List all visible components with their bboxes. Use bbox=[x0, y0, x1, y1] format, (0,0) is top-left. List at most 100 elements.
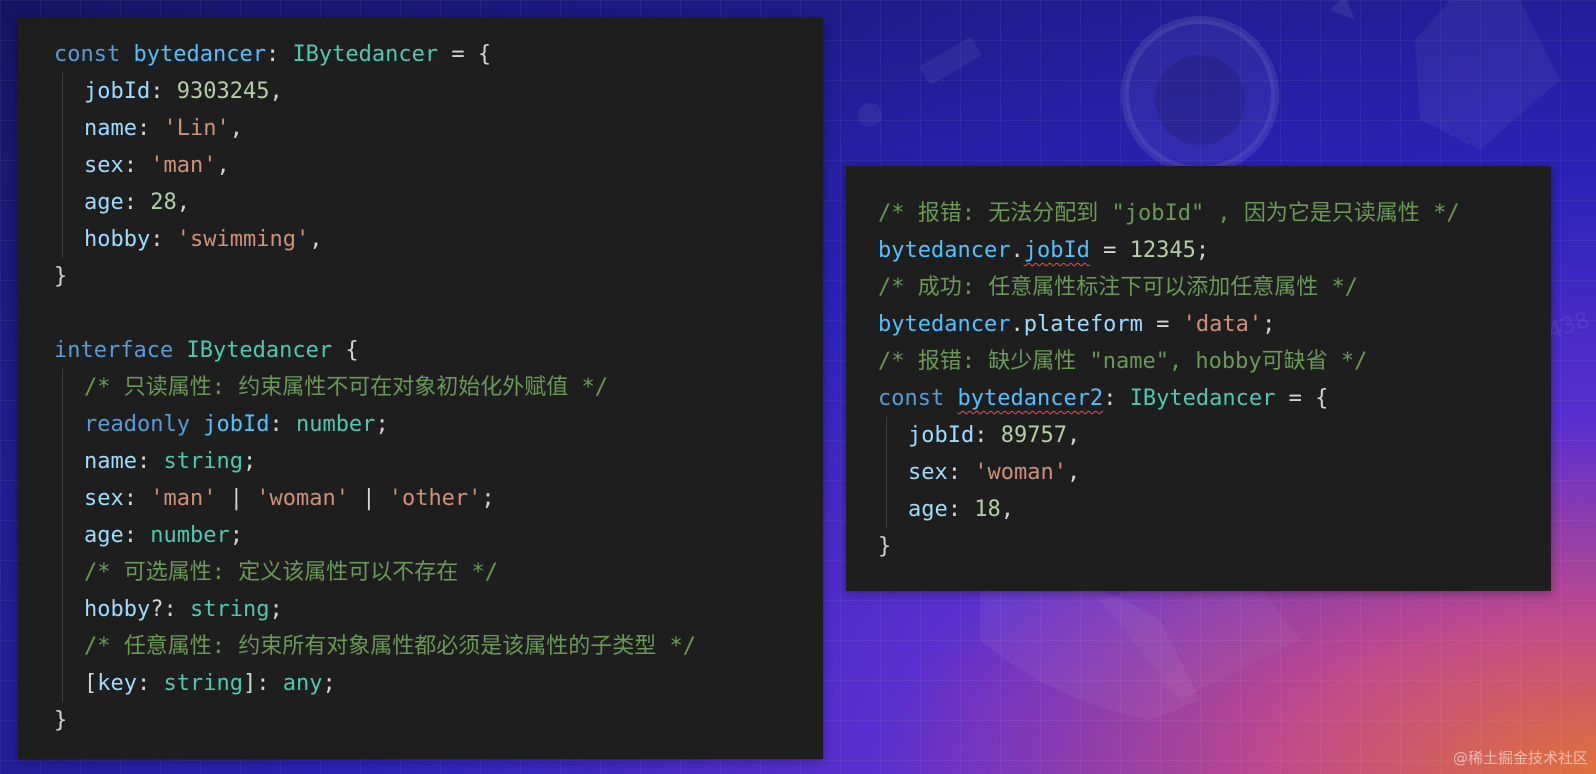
property-token: jobId bbox=[203, 412, 270, 437]
indent-guide bbox=[62, 73, 63, 110]
string-token: 'swimming' bbox=[176, 227, 310, 252]
property-token: hobby bbox=[84, 597, 151, 622]
punctuation-token: : bbox=[974, 423, 1001, 448]
indent-guide bbox=[62, 443, 63, 480]
punctuation-token: , bbox=[216, 153, 230, 178]
code-line: /* 任意属性: 约束所有对象属性都必须是该属性的子类型 */ bbox=[18, 628, 823, 665]
comment-token: /* 任意属性: 约束所有对象属性都必须是该属性的子类型 */ bbox=[84, 634, 696, 659]
punctuation-token: : bbox=[136, 449, 164, 474]
number-token: 28 bbox=[150, 190, 177, 215]
code-line: /* 报错: 缺少属性 "name", hobby可缺省 */ bbox=[846, 343, 1551, 380]
keyword-token: const bbox=[878, 386, 958, 411]
string-token: 'man' bbox=[150, 486, 217, 511]
indent-guide bbox=[62, 554, 63, 591]
punctuation-token: [ bbox=[84, 671, 98, 696]
code-lines: const bytedancer: IBytedancer = { jobId:… bbox=[18, 36, 823, 739]
code-lines: /* 报错: 无法分配到 "jobId" , 因为它是只读属性 */ byted… bbox=[846, 195, 1551, 565]
punctuation-token: , bbox=[269, 79, 283, 104]
punctuation-token: : bbox=[123, 486, 151, 511]
code-line: } bbox=[846, 528, 1551, 565]
punctuation-token: ; bbox=[375, 412, 389, 437]
indent-guide bbox=[62, 665, 63, 702]
comment-token: /* 只读属性: 约束属性不可在对象初始化外赋值 */ bbox=[84, 375, 608, 400]
comment-token: /* 成功: 任意属性标注下可以添加任意属性 */ bbox=[878, 275, 1358, 300]
code-line: readonly jobId: number; bbox=[18, 406, 823, 443]
type-token: string bbox=[189, 597, 270, 622]
punctuation-token: = { bbox=[438, 42, 492, 67]
code-line: } bbox=[18, 258, 823, 295]
string-token: 'man' bbox=[150, 153, 217, 178]
punctuation-token: : bbox=[150, 79, 177, 104]
code-line: jobId: 9303245, bbox=[18, 73, 823, 110]
code-line: } bbox=[18, 702, 823, 739]
punctuation-token: } bbox=[878, 534, 892, 559]
punctuation-token: : bbox=[123, 190, 151, 215]
punctuation-token: = bbox=[1142, 312, 1183, 337]
variable-token: bytedancer bbox=[133, 42, 266, 67]
punctuation-token: . bbox=[1010, 238, 1024, 263]
type-token: IBytedancer bbox=[1129, 386, 1276, 411]
punctuation-token: : bbox=[947, 460, 975, 485]
string-token: 'Lin' bbox=[163, 116, 230, 141]
punctuation-token: , bbox=[309, 227, 323, 252]
number-token: 89757 bbox=[1000, 423, 1067, 448]
type-token: number bbox=[150, 523, 230, 548]
code-line: const bytedancer2: IBytedancer = { bbox=[846, 380, 1551, 417]
string-token: 'data' bbox=[1182, 312, 1263, 337]
property-token: sex bbox=[84, 486, 124, 511]
punctuation-token: : bbox=[269, 412, 296, 437]
punctuation-token: ; bbox=[269, 597, 283, 622]
code-line: /* 成功: 任意属性标注下可以添加任意属性 */ bbox=[846, 269, 1551, 306]
number-token: 9303245 bbox=[176, 79, 270, 104]
code-line: age: 18, bbox=[846, 491, 1551, 528]
punctuation-token: : bbox=[123, 523, 151, 548]
keyword-token: readonly bbox=[84, 412, 204, 437]
code-line: age: number; bbox=[18, 517, 823, 554]
indent-guide bbox=[62, 147, 63, 184]
indent-guide bbox=[886, 491, 887, 528]
punctuation-token: = bbox=[1089, 238, 1130, 263]
punctuation-token: : bbox=[150, 227, 177, 252]
variable-token: bytedancer bbox=[878, 238, 1011, 263]
code-line: name: string; bbox=[18, 443, 823, 480]
indent-guide bbox=[62, 517, 63, 554]
type-token: number bbox=[295, 412, 376, 437]
code-line: /* 可选属性: 定义该属性可以不存在 */ bbox=[18, 554, 823, 591]
property-token: age bbox=[84, 190, 124, 215]
source-credit: @稀土掘金技术社区 bbox=[1452, 749, 1588, 767]
punctuation-token: . bbox=[1010, 312, 1024, 337]
number-token: 18 bbox=[974, 497, 1001, 522]
code-line: jobId: 89757, bbox=[846, 417, 1551, 454]
punctuation-token: : bbox=[1103, 386, 1130, 411]
code-line: bytedancer.plateform = 'data'; bbox=[846, 306, 1551, 343]
indent-guide bbox=[62, 369, 63, 406]
punctuation-token: , bbox=[1000, 497, 1014, 522]
punctuation-token: : bbox=[137, 671, 164, 696]
property-token: jobId bbox=[84, 79, 151, 104]
punctuation-token: | bbox=[216, 486, 257, 511]
punctuation-token: , bbox=[1066, 423, 1081, 448]
property-token-error: jobId bbox=[1023, 238, 1090, 263]
string-token: 'woman' bbox=[256, 486, 349, 511]
indent-guide bbox=[62, 221, 63, 258]
property-token: sex bbox=[84, 153, 124, 178]
indent-guide bbox=[62, 184, 63, 221]
type-token: string bbox=[163, 449, 243, 474]
comment-token: /* 报错: 缺少属性 "name", hobby可缺省 */ bbox=[878, 349, 1368, 374]
keyword-token: interface bbox=[54, 338, 187, 363]
variable-token-error: bytedancer2 bbox=[957, 386, 1104, 411]
indent-guide bbox=[62, 591, 63, 628]
property-token: age bbox=[84, 523, 124, 548]
punctuation-token: ; bbox=[322, 671, 336, 696]
number-token: 12345 bbox=[1129, 238, 1196, 263]
code-line: const bytedancer: IBytedancer = { bbox=[18, 36, 823, 73]
indent-guide bbox=[886, 417, 887, 454]
type-token: any bbox=[282, 671, 323, 696]
code-line: sex: 'man' | 'woman' | 'other'; bbox=[18, 480, 823, 517]
code-line: hobby?: string; bbox=[18, 591, 823, 628]
punctuation-token: : bbox=[123, 153, 151, 178]
code-line: sex: 'woman', bbox=[846, 454, 1551, 491]
property-token: key bbox=[97, 671, 137, 696]
punctuation-token: ]: bbox=[242, 671, 283, 696]
